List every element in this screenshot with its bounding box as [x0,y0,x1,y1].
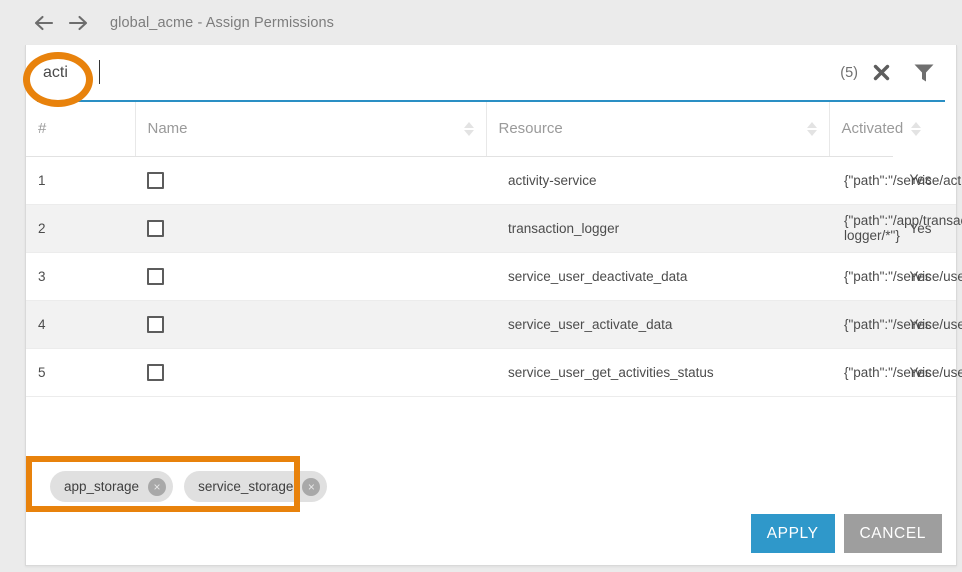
row-name: transaction_logger [486,204,829,252]
chip-app-storage[interactable]: app_storage × [50,471,173,502]
row-checkbox-cell [135,348,486,396]
row-name: service_user_get_activities_status [486,348,829,396]
row-name: service_user_deactivate_data [486,252,829,300]
row-checkbox-cell [135,204,486,252]
row-checkbox-cell [135,300,486,348]
table-row[interactable]: 1 activity-service {"path":"/service/act… [26,156,956,204]
row-checkbox[interactable] [147,268,164,285]
search-row: (5) [37,45,945,102]
row-index: 2 [26,204,135,252]
breadcrumb: global_acme - Assign Permissions [110,15,334,31]
result-count: (5) [840,65,858,81]
row-checkbox[interactable] [147,364,164,381]
column-header-activated[interactable]: Activated [829,102,893,156]
chip-service-storage[interactable]: service_storage × [184,471,327,502]
permissions-table: # Name Resource [26,102,956,397]
row-index: 1 [26,156,135,204]
table-row[interactable]: 2 transaction_logger {"path":"/app/trans… [26,204,956,252]
close-icon[interactable] [872,63,891,82]
row-index: 3 [26,252,135,300]
table-body: 1 activity-service {"path":"/service/act… [26,156,956,396]
arrow-left-icon[interactable] [34,15,54,31]
row-checkbox[interactable] [147,220,164,237]
titlebar: global_acme - Assign Permissions [0,0,962,45]
row-checkbox-cell [135,156,486,204]
selected-chips: app_storage × service_storage × [38,457,339,516]
row-resource: {"path":"/service/activity/*"} [829,156,893,204]
sort-arrows-icon[interactable] [807,122,817,136]
search-input[interactable] [37,58,840,88]
filter-funnel-icon[interactable] [913,62,935,83]
table-row[interactable]: 3 service_user_deactivate_data {"path":"… [26,252,956,300]
sort-arrows-icon[interactable] [911,122,921,136]
arrow-right-icon[interactable] [68,15,88,31]
column-header-name-label: Name [148,120,188,137]
row-resource: {"path":"/service/user/deactivateData"} [829,252,893,300]
table-header-row: # Name Resource [26,102,956,156]
column-header-activated-label: Activated [842,120,904,137]
row-index: 4 [26,300,135,348]
row-resource: {"path":"/app/transaction-logger/*"} [829,204,893,252]
text-cursor [99,60,100,84]
sort-arrows-icon[interactable] [464,122,474,136]
table-row[interactable]: 4 service_user_activate_data {"path":"/s… [26,300,956,348]
row-activated: Yes [893,204,957,252]
apply-button[interactable]: APPLY [751,514,835,553]
column-header-name[interactable]: Name [135,102,486,156]
chip-remove-icon[interactable]: × [148,478,166,496]
table-row[interactable]: 5 service_user_get_activities_status {"p… [26,348,956,396]
row-index: 5 [26,348,135,396]
chip-remove-icon[interactable]: × [302,478,320,496]
chip-label: app_storage [64,479,139,494]
row-checkbox-cell [135,252,486,300]
column-header-index-label: # [38,120,46,137]
dialog-footer: APPLY CANCEL [751,514,942,553]
column-header-index[interactable]: # [26,102,135,156]
chip-label: service_storage [198,479,293,494]
table-header: # Name Resource [26,102,956,156]
cancel-button[interactable]: CANCEL [844,514,942,553]
row-resource: {"path":"/service/user/getActivitiesStat… [829,348,893,396]
row-checkbox[interactable] [147,172,164,189]
column-header-resource-label: Resource [499,120,563,137]
row-resource: {"path":"/service/user/activateData"} [829,300,893,348]
row-checkbox[interactable] [147,316,164,333]
row-name: service_user_activate_data [486,300,829,348]
column-header-resource[interactable]: Resource [486,102,829,156]
assign-permissions-panel: (5) # Name [25,45,957,566]
row-name: activity-service [486,156,829,204]
